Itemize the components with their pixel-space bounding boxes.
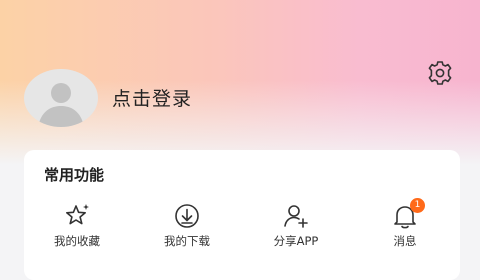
section-title: 常用功能: [44, 166, 105, 184]
messages-button[interactable]: 1 消息: [365, 198, 445, 252]
my-favorites-label: 我的收藏: [54, 234, 100, 248]
download-icon: [171, 202, 203, 230]
share-app-label: 分享APP: [273, 234, 319, 248]
login-link[interactable]: 点击登录: [112, 84, 192, 111]
star-sparkle-icon: [61, 202, 93, 230]
my-favorites-button[interactable]: 我的收藏: [37, 202, 117, 252]
bell-icon: 1: [389, 198, 425, 230]
notification-badge: 1: [410, 198, 425, 213]
my-downloads-button[interactable]: 我的下载: [147, 202, 227, 252]
my-downloads-label: 我的下载: [164, 234, 210, 248]
common-functions-card: 常用功能 我的收藏 我的下载 分享APP 1 消息: [24, 150, 460, 280]
default-avatar-icon: [38, 83, 84, 127]
avatar[interactable]: [24, 69, 98, 127]
share-user-icon: [280, 202, 312, 230]
share-app-button[interactable]: 分享APP: [256, 202, 336, 252]
messages-label: 消息: [393, 234, 417, 248]
gear-icon: [428, 61, 452, 85]
settings-button[interactable]: [424, 59, 456, 87]
